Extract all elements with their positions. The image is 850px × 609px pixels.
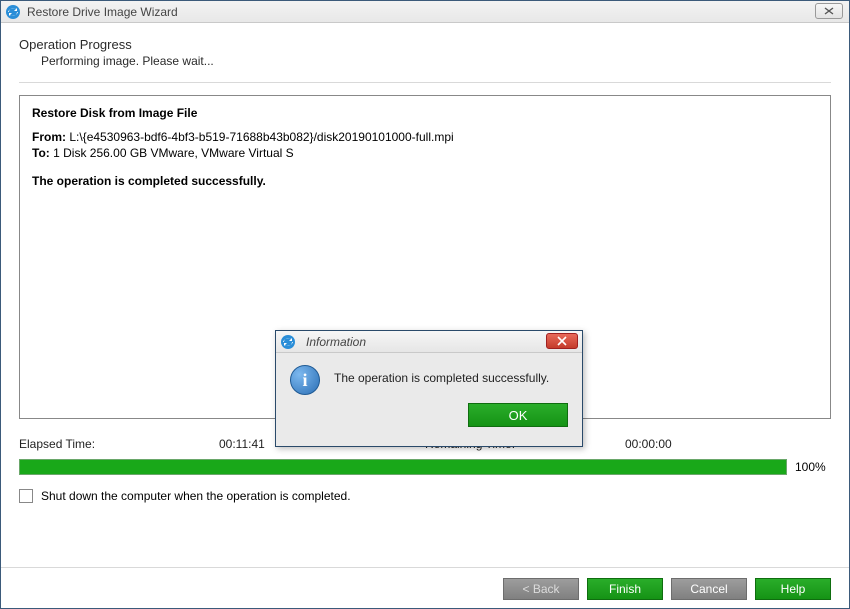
cancel-button[interactable]: Cancel (671, 578, 747, 600)
window-title: Restore Drive Image Wizard (27, 5, 178, 19)
dialog-buttons: OK (276, 403, 582, 437)
progress-bar (19, 459, 787, 475)
wizard-window: Restore Drive Image Wizard Operation Pro… (0, 0, 850, 609)
wizard-buttons: < Back Finish Cancel Help (1, 567, 849, 600)
shutdown-checkbox[interactable] (19, 489, 33, 503)
log-from-label: From: (32, 130, 66, 144)
log-from-line: From: L:\{e4530963-bdf6-4bf3-b519-71688b… (32, 130, 818, 144)
dialog-body: i The operation is completed successfull… (276, 353, 582, 403)
page-subheading: Performing image. Please wait... (19, 52, 831, 68)
ok-button[interactable]: OK (468, 403, 568, 427)
remaining-time-value: 00:00:00 (625, 437, 672, 451)
progress-row: 100% (19, 459, 831, 475)
back-button[interactable]: < Back (503, 578, 579, 600)
help-button[interactable]: Help (755, 578, 831, 600)
log-from-value: L:\{e4530963-bdf6-4bf3-b519-71688b43b082… (69, 130, 453, 144)
dialog-app-icon (280, 334, 296, 350)
log-title: Restore Disk from Image File (32, 106, 818, 120)
information-dialog: Information i The operation is completed… (275, 330, 583, 447)
progress-percent: 100% (795, 460, 831, 474)
app-icon (5, 4, 21, 20)
log-to-label: To: (32, 146, 50, 160)
shutdown-row: Shut down the computer when the operatio… (19, 489, 831, 503)
dialog-message: The operation is completed successfully. (334, 365, 549, 385)
dialog-close-button[interactable] (546, 333, 578, 349)
page-heading: Operation Progress (19, 37, 831, 52)
dialog-title: Information (306, 335, 366, 349)
log-to-line: To: 1 Disk 256.00 GB VMware, VMware Virt… (32, 146, 818, 160)
divider (19, 82, 831, 83)
shutdown-label: Shut down the computer when the operatio… (41, 489, 351, 503)
titlebar: Restore Drive Image Wizard (1, 1, 849, 23)
window-close-button[interactable] (815, 3, 843, 19)
finish-button[interactable]: Finish (587, 578, 663, 600)
elapsed-time-label: Elapsed Time: (19, 437, 219, 451)
log-success-message: The operation is completed successfully. (32, 174, 818, 188)
progress-fill (20, 460, 786, 474)
dialog-titlebar: Information (276, 331, 582, 353)
info-icon: i (290, 365, 320, 395)
log-to-value: 1 Disk 256.00 GB VMware, VMware Virtual … (53, 146, 294, 160)
elapsed-time-value: 00:11:41 (219, 437, 265, 451)
